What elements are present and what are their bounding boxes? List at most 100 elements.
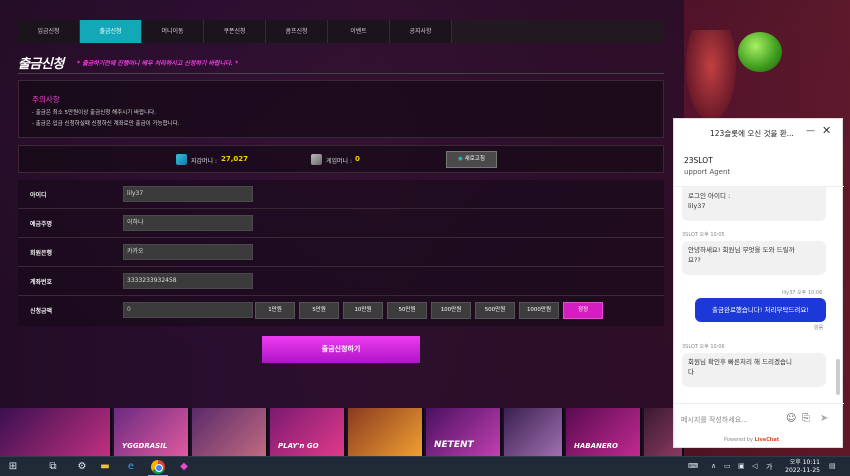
chat-message: 로그인 아이디 : lily37: [682, 187, 826, 221]
account-holder-label: 예금주명: [30, 221, 53, 228]
game-thumb[interactable]: [504, 408, 564, 456]
title-note: * 출금하기전에 진행머니 배우 처리하시고 신청하기 바랍니다. *: [77, 60, 239, 67]
chat-title: 123슬롯에 오신 것을 환...: [710, 129, 794, 138]
notice-line: - 출금은 최소 5만원이상 출금신청 해주시기 바랍니다.: [32, 110, 156, 116]
game-thumb[interactable]: [192, 408, 268, 456]
notice-title: 주의사항: [32, 95, 60, 104]
refresh-label: 새로고침: [464, 156, 485, 162]
chat-message: 안녕하세요! 회원님 무엇을 도와 드릴까 요??: [682, 241, 826, 275]
send-icon[interactable]: ➤: [820, 413, 828, 424]
game-money-value: 0: [355, 155, 360, 163]
form-row: 아이디 lily37: [18, 180, 664, 209]
chrome-icon[interactable]: [151, 460, 165, 474]
wallet-icon: [176, 154, 187, 165]
form-row: 신청금액 0 1만원 5만원 10만원 50만원 100만원 500만원 100…: [18, 296, 664, 325]
chevron-up-icon[interactable]: ∧: [711, 462, 716, 470]
input-method-icon[interactable]: 가: [766, 462, 772, 472]
account-number-label: 계좌번호: [30, 279, 53, 286]
amount-100k-button[interactable]: 10만원: [343, 302, 383, 319]
chat-header: 123슬롯에 오신 것을 환... — ✕ 23SLOT upport Agen…: [674, 119, 844, 187]
wallet-value: 27,027: [221, 155, 249, 163]
file-explorer-icon[interactable]: ▬: [98, 460, 112, 474]
tab-bar: 입금신청 출금신청 머니이동 쿠폰신청 콤프신청 이벤트 공지사항: [18, 20, 664, 43]
network-icon[interactable]: ▣: [738, 462, 745, 470]
tab-coupon[interactable]: 쿠폰신청: [204, 20, 266, 43]
bank-field[interactable]: 카카오: [123, 244, 253, 260]
tab-money-transfer[interactable]: 머니이동: [142, 20, 204, 43]
amount-label: 신청금액: [30, 308, 53, 315]
emoji-icon[interactable]: ☺: [786, 413, 796, 424]
balance-bar: 지갑머니 : 27,027 게임머니 : 0 ◉ 새로고침: [18, 145, 664, 173]
divider: [18, 73, 664, 74]
keyboard-icon[interactable]: ⌨: [688, 462, 698, 470]
account-holder-field[interactable]: 이하나: [123, 215, 253, 231]
page-title: 출금신청: [18, 57, 64, 72]
amount-1m-button[interactable]: 100만원: [431, 302, 471, 319]
notice-line: - 출금은 입금 신청하실때 신청하신 계좌로만 출금이 가능합니다.: [32, 121, 180, 127]
game-thumb[interactable]: NETENT: [426, 408, 502, 456]
wallet-label: 지갑머니 :: [191, 158, 218, 165]
amount-5m-button[interactable]: 500만원: [475, 302, 515, 319]
taskbar: ⊞ ⧉ ⚙ ▬ e ◆ ⌨ ∧ ▭ ▣ ◁ 가 오후 10:11 2022-11…: [0, 456, 850, 476]
account-number-field[interactable]: 3333233932458: [123, 273, 253, 289]
game-strip: YGGDRASIL PLAY'n GO NETENT HABANERO: [0, 408, 684, 456]
tab-withdraw[interactable]: 출금신청: [80, 20, 142, 43]
amount-500k-button[interactable]: 50만원: [387, 302, 427, 319]
chat-message-out: 출금완료했습니다! 처리부탁드려요!: [695, 298, 826, 322]
app-drop-icon[interactable]: ◆: [177, 460, 191, 474]
game-thumb[interactable]: [348, 408, 424, 456]
edge-icon[interactable]: e: [124, 460, 138, 474]
reset-button[interactable]: 정정: [563, 302, 603, 319]
attach-icon[interactable]: ⎘: [802, 413, 810, 424]
withdraw-modal: 입금신청 출금신청 머니이동 쿠폰신청 콤프신청 이벤트 공지사항 출금신청 *…: [0, 0, 684, 408]
game-thumb[interactable]: PLAY'n GO: [270, 408, 346, 456]
message-meta: 3SLOT 오후 10:06: [682, 344, 725, 350]
game-thumb[interactable]: [0, 408, 112, 456]
tab-notice[interactable]: 공지사항: [390, 20, 452, 43]
apple-decoration: [738, 32, 782, 72]
chat-input-placeholder: 메시지를 작성하세요...: [681, 416, 748, 424]
action-center-icon[interactable]: ▤: [829, 462, 836, 470]
volume-icon[interactable]: ◁: [752, 462, 757, 470]
notice-box: 주의사항 - 출금은 최소 5만원이상 출금신청 해주시기 바랍니다. - 출금…: [18, 80, 664, 138]
submit-withdraw-button[interactable]: 출금신청하기: [262, 336, 420, 363]
windows-start-icon[interactable]: ⊞: [6, 460, 20, 474]
chat-scrollbar[interactable]: [836, 359, 840, 395]
amount-10k-button[interactable]: 1만원: [255, 302, 295, 319]
powered-by: Powered by LiveChat: [724, 437, 780, 443]
chat-agent: upport Agent: [684, 168, 731, 176]
game-money-icon: [311, 154, 322, 165]
amount-50k-button[interactable]: 5만원: [299, 302, 339, 319]
form-row: 예금주명 이하나: [18, 209, 664, 238]
message-meta: lily37 오후 10:06: [782, 290, 823, 296]
game-thumb[interactable]: YGGDRASIL: [114, 408, 190, 456]
livechat-logo: LiveChat: [754, 437, 780, 443]
task-view-icon[interactable]: ⧉: [46, 460, 60, 474]
settings-gear-icon[interactable]: ⚙: [75, 460, 89, 474]
promo-character: [686, 30, 736, 120]
chat-brand: 23SLOT: [684, 156, 713, 165]
refresh-button[interactable]: ◉ 새로고침: [446, 151, 497, 168]
close-icon[interactable]: ✕: [822, 124, 831, 137]
withdraw-form: 아이디 lily37 예금주명 이하나 회원은행 카카오 계좌번호 333323…: [18, 180, 664, 326]
clock[interactable]: 오후 10:11 2022-11-25: [778, 459, 820, 475]
livechat-widget: 123슬롯에 오신 것을 환... — ✕ 23SLOT upport Agen…: [673, 118, 844, 448]
id-field[interactable]: lily37: [123, 186, 253, 202]
bank-label: 회원은행: [30, 250, 53, 257]
form-row: 계좌번호 3333233932458: [18, 267, 664, 296]
chat-input[interactable]: 메시지를 작성하세요... ☺ ⎘ ➤: [674, 403, 844, 435]
amount-input[interactable]: 0: [123, 302, 253, 318]
amount-10m-button[interactable]: 1000만원: [519, 302, 559, 319]
form-row: 회원은행 카카오: [18, 238, 664, 267]
tab-deposit[interactable]: 입금신청: [18, 20, 80, 43]
read-receipt: 읽음: [814, 325, 824, 331]
tab-event[interactable]: 이벤트: [328, 20, 390, 43]
notification-icon[interactable]: ▭: [724, 462, 731, 470]
game-money-label: 게임머니 :: [326, 158, 353, 165]
tab-comp[interactable]: 콤프신청: [266, 20, 328, 43]
game-thumb[interactable]: HABANERO: [566, 408, 642, 456]
chat-message: 회원님 확인후 빠른처리 해 드리겠습니 다: [682, 353, 826, 387]
id-label: 아이디: [30, 192, 47, 199]
minimize-icon[interactable]: —: [806, 126, 815, 136]
message-meta: 3SLOT 오후 10:05: [682, 232, 725, 238]
